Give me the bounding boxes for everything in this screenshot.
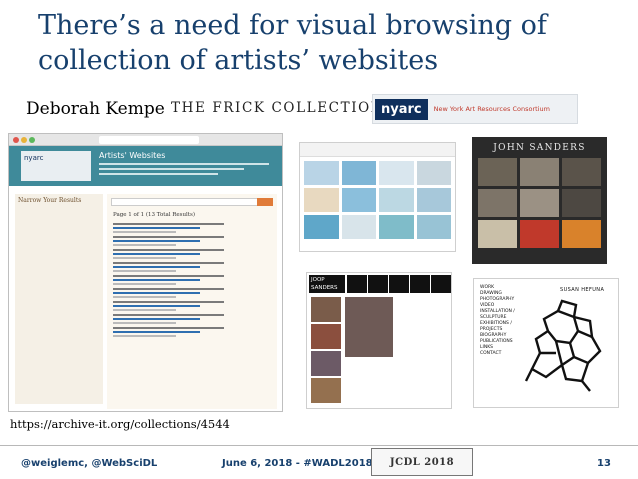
minimize-window-icon	[21, 137, 27, 143]
close-window-icon	[13, 137, 19, 143]
nyarc-mini-logo: nyarc	[21, 151, 91, 181]
photo-thumbnail	[416, 161, 451, 185]
photo-thumbnail	[379, 215, 414, 239]
footer-handles: @weiglemc, @WebSciDL	[21, 458, 158, 469]
painting-thumbnail	[311, 324, 341, 349]
result-item	[113, 275, 271, 285]
search-input	[111, 198, 273, 206]
painting-thumbnail	[311, 297, 341, 322]
photo-thumbnail	[379, 188, 414, 212]
photo-thumbnail	[341, 161, 376, 185]
photo-thumbnail	[379, 161, 414, 185]
slide-title-line-2: collection of artists’ websites	[38, 45, 439, 76]
browser-chrome	[9, 134, 282, 146]
photo-thumbnail	[341, 188, 376, 212]
photo-thumbnail	[304, 215, 339, 239]
artwork-thumbnail	[520, 189, 559, 217]
jcdl-logo-text: JCDL 2018	[389, 456, 455, 468]
painting-thumbnail	[311, 378, 341, 403]
collection-description	[99, 163, 269, 178]
artwork-thumbnail	[478, 189, 517, 217]
artwork-thumbnail	[520, 220, 559, 248]
joop-sanders-site-screenshot: JOOP SANDERS	[306, 272, 452, 409]
site-logo: JOOP SANDERS	[309, 275, 345, 293]
photo-grid-site-screenshot	[299, 142, 456, 252]
maximize-window-icon	[29, 137, 35, 143]
result-item	[113, 314, 271, 324]
nyarc-logo-mark: nyarc	[375, 98, 428, 120]
photo-grid	[300, 157, 455, 243]
slide-number: 13	[597, 458, 611, 469]
artwork-thumbnail	[562, 220, 601, 248]
author-name: Deborah Kempe	[26, 99, 165, 119]
result-item	[113, 327, 271, 337]
slide-title-line-1: There’s a need for visual browsing of	[38, 10, 547, 41]
facet-heading: Narrow Your Results	[18, 197, 82, 204]
footer-event: June 6, 2018 - #WADL2018 at	[222, 458, 388, 469]
photo-thumbnail	[416, 188, 451, 212]
jcdl-2018-logo: JCDL 2018	[371, 448, 473, 476]
result-item	[113, 223, 271, 233]
painting-thumbnails	[311, 297, 341, 405]
artwork-grid	[472, 153, 607, 253]
susan-hefuna-site-screenshot: WORK DRAWING PHOTOGRAPHY VIDEO INSTALLAT…	[473, 278, 619, 408]
footer-divider	[0, 445, 638, 446]
collection-url[interactable]: https://archive-it.org/collections/4544	[10, 417, 230, 431]
search-button	[257, 198, 273, 206]
slide-title: There’s a need for visual browsing of co…	[38, 8, 628, 78]
collection-banner: nyarc Artists' Websites	[9, 146, 282, 186]
nyarc-logo-text: New York Art Resources Consortium	[433, 105, 550, 113]
painting-thumbnail	[311, 351, 341, 376]
result-item	[113, 249, 271, 259]
result-item	[113, 288, 271, 298]
featured-painting	[345, 297, 393, 357]
address-bar	[99, 136, 199, 144]
photo-thumbnail	[304, 188, 339, 212]
artwork-thumbnail	[562, 189, 601, 217]
logo-line-2: SANDERS	[311, 285, 338, 291]
john-sanders-site-screenshot: JOHN SANDERS	[472, 137, 607, 264]
photo-thumbnail	[416, 215, 451, 239]
photo-thumbnail	[304, 161, 339, 185]
site-title: JOHN SANDERS	[493, 143, 586, 153]
artwork-thumbnail	[562, 158, 601, 186]
artwork-thumbnail	[520, 158, 559, 186]
wire-sculpture-image	[524, 299, 602, 392]
logo-line-1: JOOP	[311, 277, 325, 283]
artwork-thumbnail	[478, 220, 517, 248]
frick-collection-logo: THE FRICK COLLECTION	[171, 100, 385, 116]
archive-it-collection-screenshot: nyarc Artists' Websites Narrow Your Resu…	[8, 133, 283, 412]
site-menu	[347, 275, 451, 293]
results-panel: Page 1 of 1 (13 Total Results)	[107, 194, 277, 409]
facet-sidebar: Narrow Your Results	[15, 194, 103, 404]
nyarc-logo: nyarc New York Art Resources Consortium	[372, 94, 578, 124]
photo-thumbnail	[341, 215, 376, 239]
result-item	[113, 301, 271, 311]
results-count: Page 1 of 1 (13 Total Results)	[113, 212, 195, 218]
result-item	[113, 262, 271, 272]
collection-title: Artists' Websites	[99, 151, 166, 160]
result-item	[113, 236, 271, 246]
site-nav	[300, 143, 455, 157]
artwork-thumbnail	[478, 158, 517, 186]
